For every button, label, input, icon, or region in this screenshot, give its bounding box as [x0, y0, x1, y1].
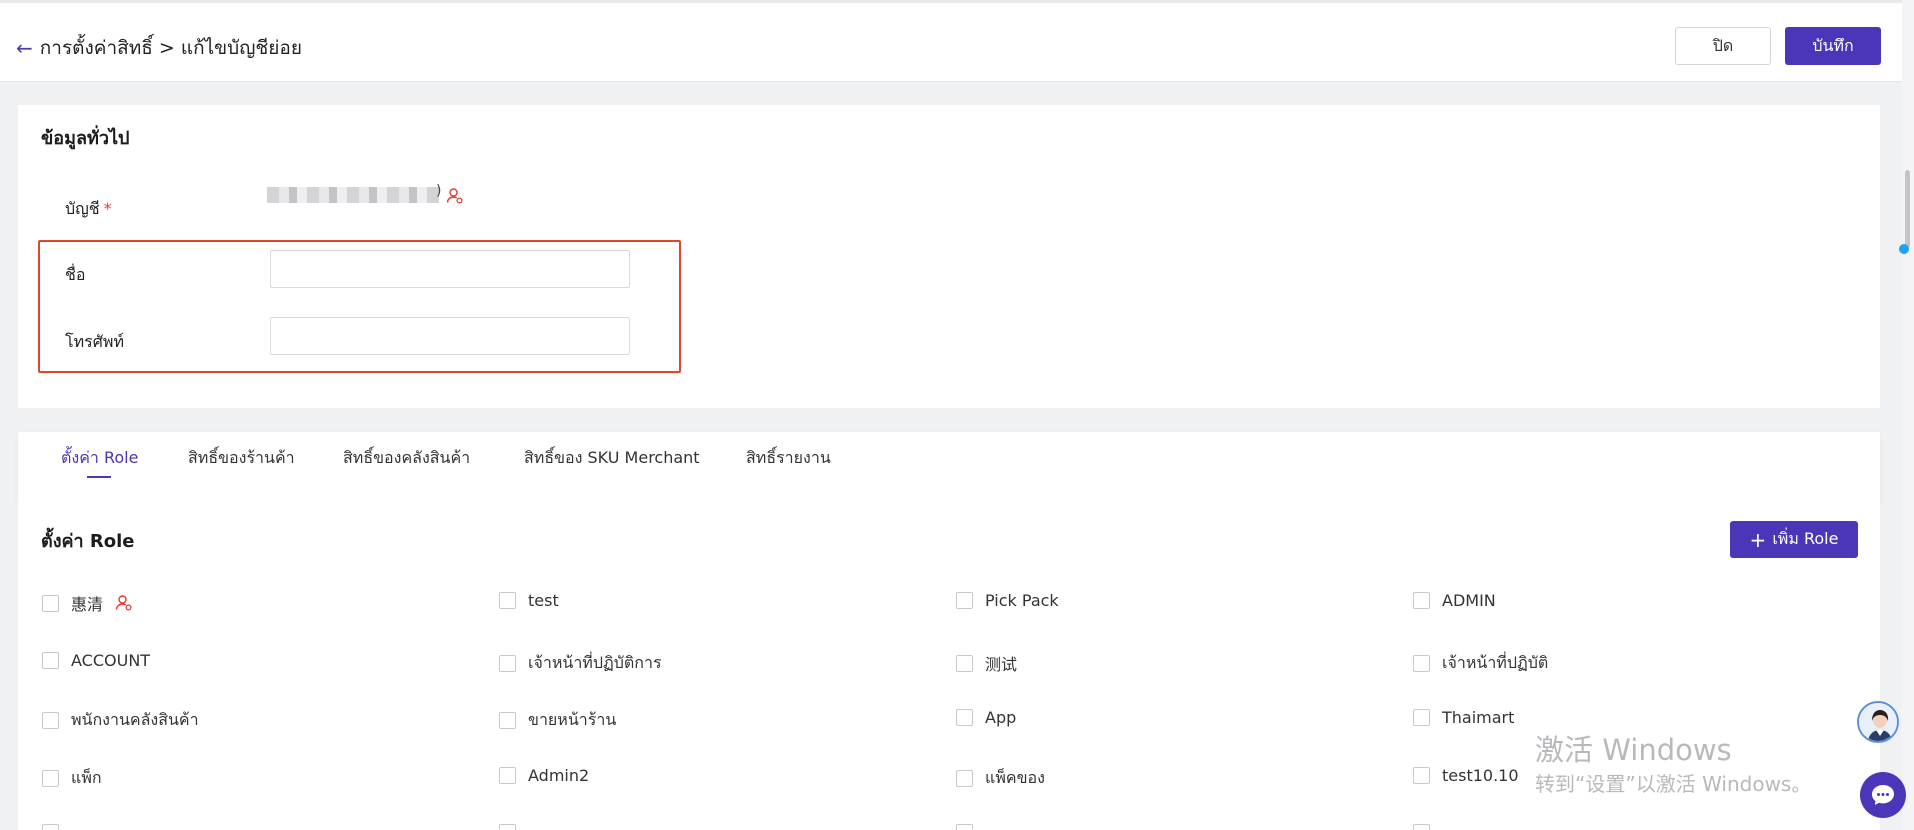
account-value-suffix: ) — [436, 183, 442, 199]
phone-label: โทรศัพท์ — [65, 332, 124, 351]
role-checkbox[interactable] — [42, 770, 59, 787]
chat-bubble-icon — [1872, 785, 1894, 805]
support-agent-icon — [1859, 703, 1897, 741]
role-label: Pick Pack — [985, 591, 1059, 610]
role-label: 测试 — [985, 655, 1018, 674]
scrollbar-track[interactable] — [1902, 0, 1914, 830]
general-info-card: ข้อมูลทั่วไป บัญชี * ) ชื่อ โทรศัพท์ — [18, 105, 1880, 408]
role-checkbox[interactable] — [42, 594, 59, 612]
role-checkbox[interactable] — [956, 770, 973, 787]
role-item[interactable]: ADMIN — [1413, 591, 1496, 610]
permission-tabs: ตั้งค่า Role สิทธิ์ของร้านค้า สิทธิ์ของค… — [18, 432, 1880, 502]
support-avatar[interactable] — [1857, 701, 1899, 743]
role-label: แพ็คของ — [985, 768, 1045, 787]
breadcrumb[interactable]: ← การตั้งค่าสิทธิ์ > แก้ไขบัญชีย่อย — [16, 33, 302, 63]
role-label: พนักงานคลังสินค้า — [71, 710, 199, 729]
scrollbar-thumb[interactable] — [1905, 170, 1910, 248]
chat-button[interactable] — [1860, 772, 1906, 818]
role-checkbox[interactable] — [42, 652, 59, 669]
role-item[interactable]: test10.10 — [1413, 766, 1519, 785]
active-tab-indicator — [87, 476, 111, 478]
role-checkbox[interactable] — [499, 655, 516, 672]
account-value-redacted — [267, 187, 439, 203]
account-label: บัญชี * — [65, 197, 112, 222]
role-checkbox[interactable] — [499, 712, 516, 729]
role-item[interactable]: 惠清 — [42, 591, 133, 615]
role-checkbox[interactable] — [956, 709, 973, 726]
role-item[interactable]: App — [956, 708, 1016, 727]
role-item-partial[interactable] — [1413, 824, 1442, 830]
role-item[interactable]: ขายหน้าร้าน — [499, 708, 616, 733]
top-bar: ← การตั้งค่าสิทธิ์ > แก้ไขบัญชีย่อย ปิด … — [0, 0, 1914, 82]
role-item[interactable]: Thaimart — [1413, 708, 1514, 727]
role-label: เจ้าหน้าที่ปฏิบัติ — [1442, 653, 1549, 672]
add-role-label: เพิ่ม Role — [1772, 529, 1839, 548]
tab-role-settings[interactable]: ตั้งค่า Role — [61, 446, 138, 471]
role-label: เจ้าหน้าที่ปฏิบัติการ — [528, 653, 662, 672]
required-mark: * — [103, 199, 112, 218]
role-item[interactable]: 测试 — [956, 651, 1017, 675]
role-checkbox[interactable] — [42, 712, 59, 729]
role-item-partial[interactable] — [42, 824, 71, 830]
role-label: test — [528, 591, 559, 610]
role-item[interactable]: Admin2 — [499, 766, 589, 785]
role-item[interactable]: ACCOUNT — [42, 651, 150, 670]
name-input[interactable] — [270, 250, 630, 288]
role-checkbox[interactable] — [956, 654, 973, 672]
role-checkbox[interactable] — [956, 592, 973, 609]
breadcrumb-text: การตั้งค่าสิทธิ์ > แก้ไขบัญชีย่อย — [39, 37, 302, 59]
role-settings-title: ตั้งค่า Role — [41, 531, 135, 552]
scroll-indicator-dot — [1899, 244, 1909, 254]
account-label-text: บัญชี — [65, 199, 100, 218]
role-label: test10.10 — [1442, 766, 1519, 785]
role-checkbox[interactable] — [1413, 592, 1430, 609]
plus-icon: + — [1749, 527, 1767, 552]
save-button[interactable]: บันทึก — [1785, 27, 1881, 65]
role-label: ACCOUNT — [71, 651, 151, 670]
tab-store-permissions[interactable]: สิทธิ์ของร้านค้า — [188, 446, 295, 471]
role-label: Thaimart — [1442, 708, 1515, 727]
role-label: App — [985, 708, 1017, 727]
role-label: 惠清 — [71, 595, 104, 614]
windows-activation-watermark-title: 激活 Windows — [1535, 733, 1732, 767]
role-item[interactable]: test — [499, 591, 559, 610]
role-checkbox[interactable] — [42, 824, 59, 830]
close-button[interactable]: ปิด — [1675, 27, 1771, 65]
phone-input[interactable] — [270, 317, 630, 355]
role-item[interactable]: แพ็ก — [42, 766, 102, 791]
role-checkbox[interactable] — [1413, 767, 1430, 784]
role-checkbox[interactable] — [1413, 655, 1430, 672]
role-checkbox[interactable] — [1413, 709, 1430, 726]
role-checkbox[interactable] — [956, 824, 973, 830]
windows-activation-watermark-text: 转到“设置”以激活 Windows。 — [1535, 772, 1812, 796]
role-item[interactable]: เจ้าหน้าที่ปฏิบัติ — [1413, 651, 1548, 676]
arrow-left-icon[interactable]: ← — [16, 36, 33, 60]
user-settings-icon — [446, 188, 463, 204]
user-settings-icon — [115, 595, 132, 611]
role-checkbox[interactable] — [499, 824, 516, 830]
general-info-title: ข้อมูลทั่วไป — [41, 128, 130, 149]
tab-report-permissions[interactable]: สิทธิ์รายงาน — [746, 446, 831, 471]
role-label: แพ็ก — [71, 768, 102, 787]
role-checkbox[interactable] — [499, 767, 516, 784]
role-label: ขายหน้าร้าน — [528, 710, 617, 729]
role-item-partial[interactable] — [499, 824, 528, 830]
role-label: ADMIN — [1442, 591, 1496, 610]
role-item[interactable]: พนักงานคลังสินค้า — [42, 708, 199, 733]
role-label: Admin2 — [528, 766, 590, 785]
role-item[interactable]: แพ็คของ — [956, 766, 1045, 791]
role-checkbox[interactable] — [1413, 824, 1430, 830]
tab-warehouse-permissions[interactable]: สิทธิ์ของคลังสินค้า — [343, 446, 470, 471]
role-item[interactable]: เจ้าหน้าที่ปฏิบัติการ — [499, 651, 662, 676]
tab-sku-merchant-permissions[interactable]: สิทธิ์ของ SKU Merchant — [524, 446, 700, 471]
name-label: ชื่อ — [65, 265, 86, 284]
role-item[interactable]: Pick Pack — [956, 591, 1059, 610]
add-role-button[interactable]: + เพิ่ม Role — [1730, 521, 1858, 558]
role-checkbox[interactable] — [499, 592, 516, 609]
role-item-partial[interactable] — [956, 824, 985, 830]
